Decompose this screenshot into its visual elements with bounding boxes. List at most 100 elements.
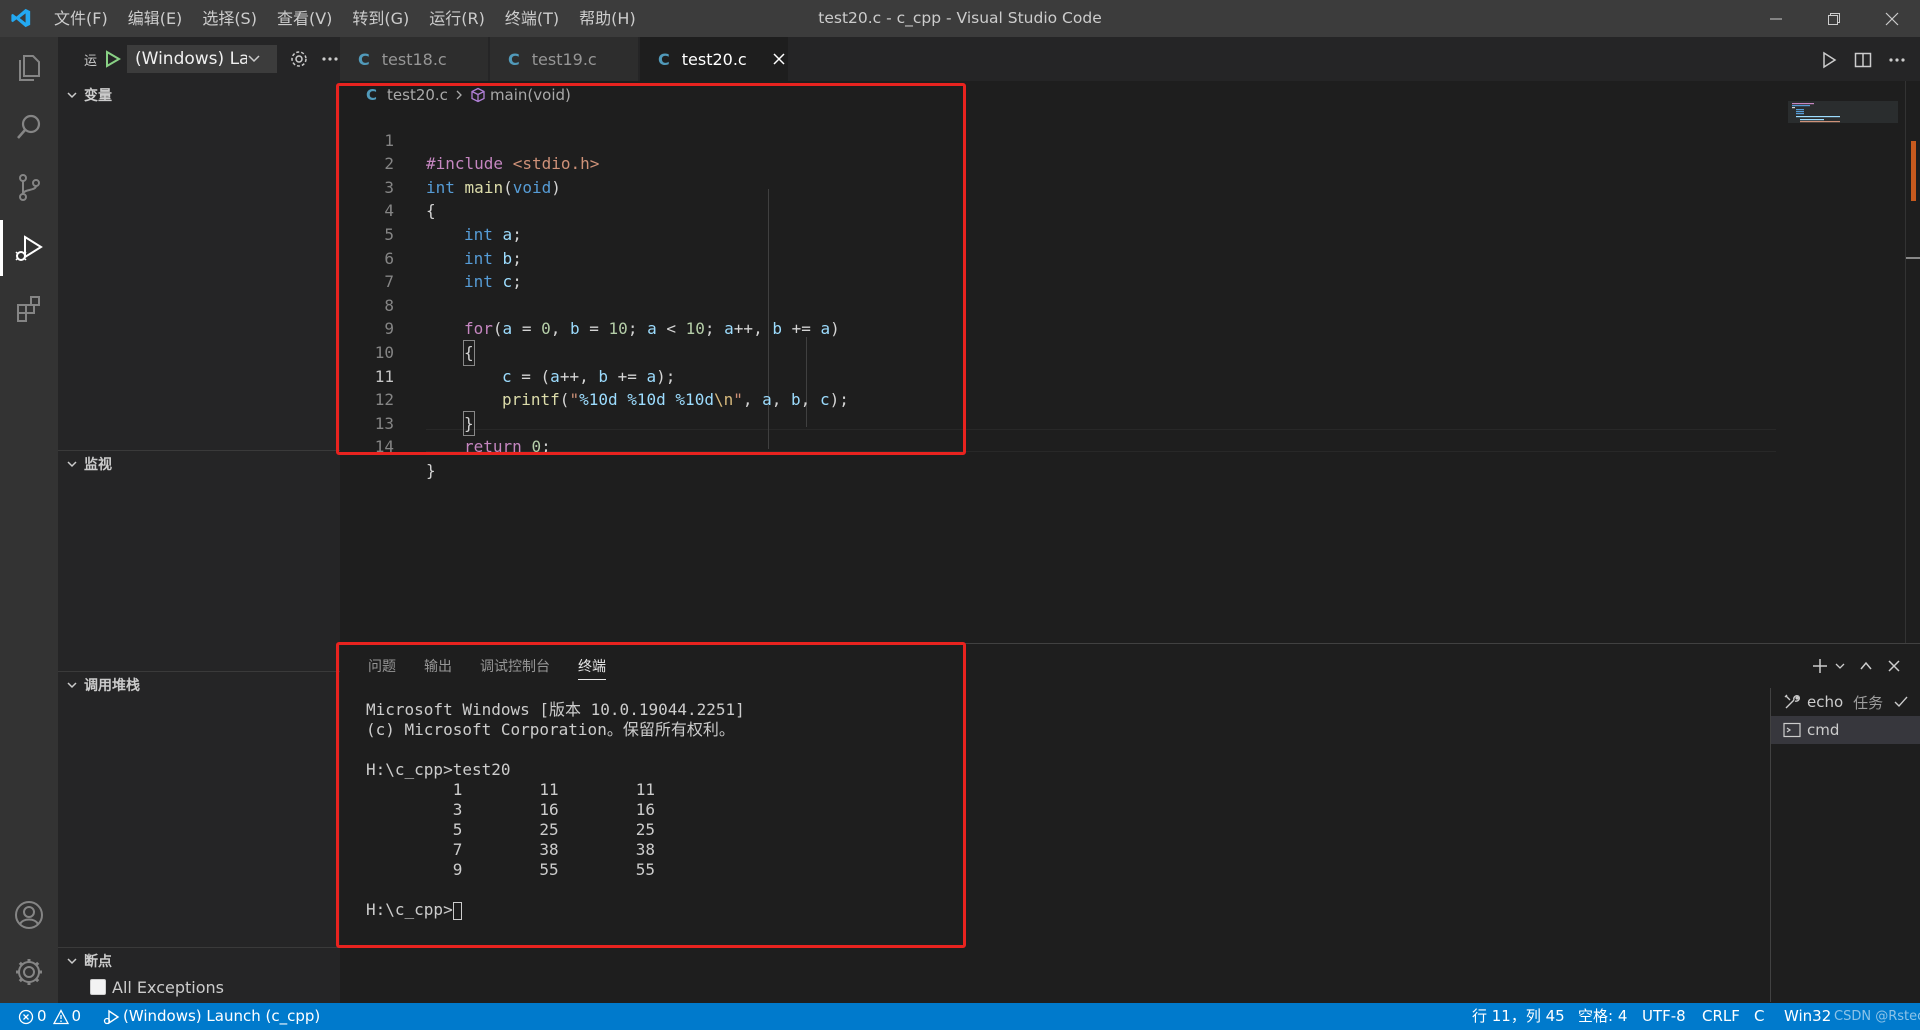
menu-view[interactable]: 查看(V) bbox=[267, 0, 342, 37]
tab-test19[interactable]: C test19.c bbox=[490, 37, 638, 81]
terminal-profile-dropdown[interactable] bbox=[1830, 656, 1850, 676]
method-icon bbox=[471, 87, 485, 103]
terminal-line: 7 38 38 bbox=[366, 840, 655, 859]
tab-output[interactable]: 输出 bbox=[424, 644, 452, 688]
tab-test20[interactable]: C test20.c bbox=[640, 37, 788, 81]
more-actions-button[interactable] bbox=[321, 56, 339, 62]
code-line: 4 int a; bbox=[340, 176, 1780, 244]
explorer-button[interactable] bbox=[0, 39, 58, 95]
code-editor[interactable]: C test20.c main(void) 1 #include <stdio.… bbox=[340, 81, 1920, 643]
breadcrumb-symbol[interactable]: main(void) bbox=[490, 86, 571, 104]
editor-more-actions-button[interactable] bbox=[1886, 49, 1908, 71]
accounts-button[interactable] bbox=[0, 887, 58, 943]
run-debug-button[interactable] bbox=[0, 220, 58, 276]
warning-icon bbox=[52, 1008, 69, 1024]
run-file-button[interactable] bbox=[1818, 49, 1840, 71]
maximize-panel-button[interactable] bbox=[1856, 656, 1876, 676]
terminal-list: echo 任务 cmd bbox=[1770, 688, 1920, 1002]
problems-status[interactable]: 0 0 bbox=[18, 1003, 81, 1030]
editor-tab-bar: C test18.c C test19.c C test20.c bbox=[340, 37, 1920, 81]
chevron-down-icon bbox=[67, 958, 77, 965]
manage-button[interactable] bbox=[0, 944, 58, 1000]
start-debugging-button[interactable] bbox=[105, 48, 123, 70]
menu-selection[interactable]: 选择(S) bbox=[192, 0, 267, 37]
all-exceptions-checkbox[interactable] bbox=[90, 979, 106, 995]
language-mode[interactable]: C bbox=[1754, 1003, 1764, 1030]
new-terminal-button[interactable] bbox=[1810, 656, 1830, 676]
watch-section-header[interactable]: 监视 bbox=[58, 450, 340, 478]
extensions-icon bbox=[17, 296, 40, 322]
gear-icon bbox=[291, 51, 307, 67]
menu-terminal[interactable]: 终端(T) bbox=[495, 0, 569, 37]
breadcrumb-file[interactable]: test20.c bbox=[387, 86, 448, 104]
debug-icon bbox=[103, 1009, 120, 1024]
minimize-button[interactable] bbox=[1748, 0, 1804, 37]
terminal-cmd-icon bbox=[1783, 722, 1801, 738]
search-button[interactable] bbox=[0, 99, 58, 155]
restore-button[interactable] bbox=[1806, 0, 1862, 37]
eol-status[interactable]: CRLF bbox=[1702, 1003, 1740, 1030]
menu-help[interactable]: 帮助(H) bbox=[569, 0, 646, 37]
tab-label: test18.c bbox=[381, 49, 447, 69]
code-line: 12 } bbox=[340, 365, 1780, 437]
encoding-status[interactable]: UTF-8 bbox=[1642, 1003, 1686, 1030]
breakpoint-all-exceptions[interactable]: All Exceptions bbox=[90, 975, 224, 999]
terminal-line: H:\c_cpp>test20 bbox=[366, 760, 511, 779]
source-control-button[interactable] bbox=[0, 159, 58, 215]
tab-terminal[interactable]: 终端 bbox=[578, 644, 606, 688]
menu-file[interactable]: 文件(F) bbox=[44, 0, 118, 37]
panel-tab-bar: 问题 输出 调试控制台 终端 bbox=[340, 644, 606, 688]
terminal-cursor bbox=[452, 901, 462, 920]
chevron-down-icon bbox=[67, 92, 77, 99]
variables-section-title: 变量 bbox=[84, 88, 112, 104]
play-icon bbox=[1823, 51, 1837, 69]
tools-icon bbox=[1784, 694, 1800, 709]
chevron-right-icon bbox=[456, 90, 462, 100]
tab-debug-console[interactable]: 调试控制台 bbox=[480, 644, 550, 688]
extensions-button[interactable] bbox=[0, 280, 58, 336]
split-editor-button[interactable] bbox=[1852, 49, 1874, 71]
terminal-output[interactable]: Microsoft Windows [版本 10.0.19044.2251] (… bbox=[366, 700, 1726, 920]
close-icon bbox=[1885, 12, 1899, 25]
code-line: 8 for(a = 0, b = 10; a < 10; a++, b += a… bbox=[340, 270, 1780, 339]
source-control-icon bbox=[19, 174, 40, 201]
menu-run[interactable]: 运行(R) bbox=[419, 0, 495, 37]
close-window-button[interactable] bbox=[1864, 0, 1920, 37]
breakpoints-section-header[interactable]: 断点 bbox=[58, 947, 340, 975]
activity-bar bbox=[0, 37, 58, 1003]
breakpoint-label: All Exceptions bbox=[112, 977, 224, 997]
tab-test18[interactable]: C test18.c bbox=[340, 37, 488, 81]
terminal-item-cmd[interactable]: cmd bbox=[1771, 716, 1920, 744]
variables-section-header[interactable]: 变量 bbox=[58, 81, 340, 109]
c-file-icon: C bbox=[358, 49, 370, 69]
c-file-icon: C bbox=[366, 86, 378, 104]
close-panel-button[interactable] bbox=[1884, 656, 1904, 676]
terminal-line: 1 11 11 bbox=[366, 780, 655, 799]
terminal-line: 3 16 16 bbox=[366, 800, 655, 819]
debug-launch-status[interactable]: (Windows) Launch (c_cpp) bbox=[102, 1003, 320, 1030]
menu-edit[interactable]: 编辑(E) bbox=[118, 0, 193, 37]
indentation-status[interactable]: 空格: 4 bbox=[1578, 1003, 1627, 1030]
cursor-position[interactable]: 行 11，列 45 bbox=[1472, 1003, 1565, 1030]
tab-close-button[interactable] bbox=[771, 49, 788, 69]
tab-label: test20.c bbox=[681, 49, 747, 69]
platform-status[interactable]: Win32 bbox=[1784, 1003, 1831, 1030]
editor-scrollbar[interactable] bbox=[1905, 81, 1920, 643]
menu-bar: 文件(F) 编辑(E) 选择(S) 查看(V) 转到(G) 运行(R) 终端(T… bbox=[44, 0, 646, 37]
terminal-item-echo[interactable]: echo 任务 bbox=[1771, 688, 1920, 716]
close-icon bbox=[773, 53, 785, 65]
call-stack-section-header[interactable]: 调用堆栈 bbox=[58, 671, 340, 699]
files-icon bbox=[19, 55, 40, 81]
menu-go[interactable]: 转到(G) bbox=[342, 0, 419, 37]
error-icon bbox=[18, 1009, 34, 1024]
open-launch-json-button[interactable] bbox=[289, 49, 309, 69]
terminal-prompt-line: H:\c_cpp> bbox=[366, 900, 1726, 920]
minimap[interactable] bbox=[1788, 101, 1898, 201]
tab-problems[interactable]: 问题 bbox=[368, 644, 396, 688]
call-stack-section-title: 调用堆栈 bbox=[84, 678, 140, 694]
terminal-line: Microsoft Windows [版本 10.0.19044.2251] bbox=[366, 700, 745, 719]
minimize-icon bbox=[1770, 18, 1782, 19]
launch-config-select[interactable]: (Windows) Launch bbox=[127, 45, 278, 73]
chevron-up-icon bbox=[1860, 661, 1872, 670]
check-icon bbox=[1894, 696, 1908, 708]
